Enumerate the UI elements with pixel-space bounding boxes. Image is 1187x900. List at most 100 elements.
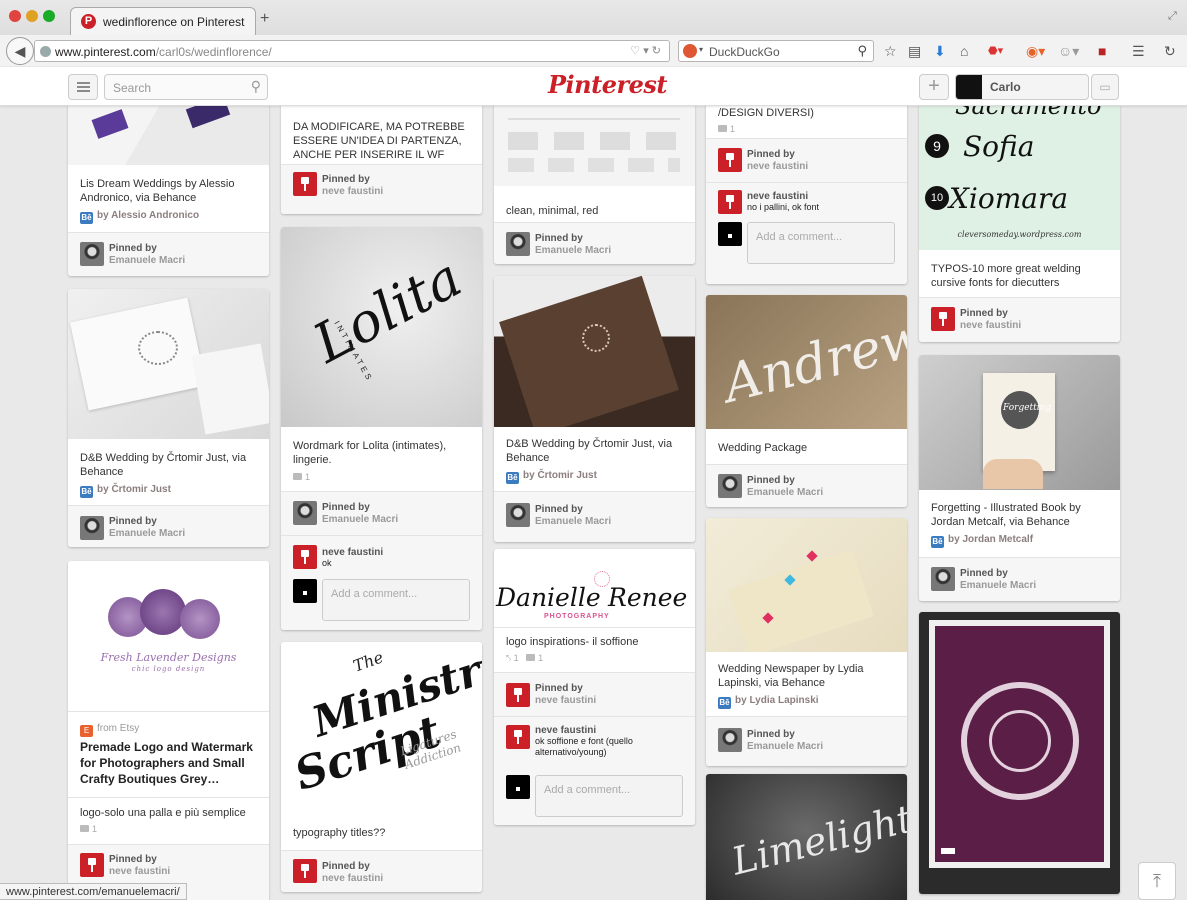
add-pin-button[interactable]: + [919,74,949,100]
avatar[interactable] [293,172,317,196]
pinned-by[interactable]: Pinned by Emanuele Macri [535,504,611,528]
pinned-by[interactable]: Pinned by Emanuele Macri [109,516,185,540]
pin-image[interactable]: The Ministry Script Ligatures Addiction [281,642,482,814]
url-actions[interactable]: ♡ ▾ ↻ [630,44,661,57]
browser-tab[interactable]: P wedinflorence on Pinterest [70,7,256,35]
pin-source[interactable]: Efrom Etsy [80,723,139,737]
pin-card[interactable]: D&B Wedding by Črtomir Just, via Behance… [68,289,269,547]
sync-icon[interactable]: ↻ [1164,43,1176,60]
add-comment-input[interactable]: Add a comment... [747,222,895,264]
pinned-by[interactable]: Pinned by neve faustini [960,308,1021,332]
pin-source[interactable]: Bē by Jordan Metcalf [931,534,1033,548]
pinned-by[interactable]: Pinned by Emanuele Macri [747,729,823,753]
avatar[interactable] [506,503,530,527]
avatar[interactable] [718,190,742,214]
extension-icon[interactable]: ◉▾ [1026,43,1045,60]
avatar[interactable] [506,725,530,749]
avatar[interactable] [931,567,955,591]
pin-image[interactable] [919,612,1120,894]
menu-icon[interactable]: ☰ [1132,43,1145,60]
avatar[interactable] [718,474,742,498]
pin-image[interactable]: Forgetting [919,355,1120,490]
bookmarks-list-icon[interactable]: ▤ [908,43,921,60]
avatar[interactable] [506,683,530,707]
pin-image[interactable] [68,106,269,165]
scroll-to-top-button[interactable]: ⤒ [1138,862,1176,900]
pin-image[interactable]: Sacramento 9 Sofia 10 Xiomara cleversome… [919,106,1120,250]
pinned-by[interactable]: Pinned by neve faustini [322,861,383,885]
home-icon[interactable]: ⌂ [960,43,968,59]
pin-image[interactable]: Fresh Lavender Designs chic logo design [68,561,269,711]
pin-card[interactable]: Lolita INTIMATES Wordmark for Lolita (in… [281,227,482,630]
pin-image[interactable] [494,276,695,427]
pinned-by[interactable]: Pinned by neve faustini [747,149,808,173]
pinned-by[interactable]: Pinned by Emanuele Macri [322,502,398,526]
avatar[interactable] [80,516,104,540]
pin-image[interactable] [68,289,269,439]
avatar[interactable] [718,728,742,752]
pin-card[interactable]: Sacramento 9 Sofia 10 Xiomara cleversome… [919,106,1120,342]
menu-button[interactable] [68,74,98,100]
pinned-by[interactable]: Pinned by neve faustini [535,683,596,707]
avatar[interactable] [506,232,530,256]
addon-icon[interactable]: ■ [1098,43,1106,59]
pin-card[interactable]: Fresh Lavender Designs chic logo design … [68,561,269,900]
avatar[interactable] [293,859,317,883]
pin-image[interactable]: Lolita INTIMATES [281,227,482,427]
pin-card[interactable]: Wedding Newspaper by Lydia Lapinski, via… [706,518,907,766]
pinned-by[interactable]: Pinned by Emanuele Macri [109,243,185,267]
search-input[interactable]: Search ⚲ [104,74,268,100]
pin-card[interactable]: Limelight [706,774,907,900]
new-tab-icon[interactable]: + [260,10,269,28]
add-comment-input[interactable]: Add a comment... [322,579,470,621]
downloads-icon[interactable]: ⬇ [934,43,946,60]
pin-card[interactable]: DA MODIFICARE, MA POTREBBE ESSERE UN'IDE… [281,106,482,214]
pinned-by[interactable]: Pinned by neve faustini [322,174,383,198]
user-button[interactable]: Carlo [955,74,1089,100]
avatar[interactable] [931,307,955,331]
engine-dropdown-icon[interactable]: ▾ [699,45,703,54]
back-button[interactable]: ◀ [6,37,34,65]
pin-card[interactable]: Danielle Renee PHOTOGRAPHY logo inspirat… [494,549,695,825]
pin-image[interactable]: Andrew [706,295,907,429]
pin-card[interactable]: clean, minimal, red Pinned by Emanuele Ma… [494,106,695,264]
url-bar[interactable]: www.pinterest.com/carl0s/wedinflorence/ … [34,40,670,62]
pin-card[interactable] [919,612,1120,894]
pin-card[interactable]: Andrew Wedding Package Pinned by Emanuele… [706,295,907,507]
pin-source[interactable]: Bē by Lydia Lapinski [718,695,819,709]
pinned-by[interactable]: Pinned by Emanuele Macri [535,233,611,257]
pin-image[interactable] [706,518,907,652]
zoom-window-icon[interactable] [43,10,55,22]
notifications-icon[interactable]: ▭ [1091,74,1119,100]
avatar[interactable] [293,545,317,569]
pin-card[interactable]: The Ministry Script Ligatures Addiction … [281,642,482,892]
pinned-by[interactable]: Pinned by neve faustini [109,854,170,878]
pin-image[interactable] [494,106,695,186]
pinterest-logo[interactable]: Pinterest [548,70,667,99]
pin-source[interactable]: Bē by Alessio Andronico [80,210,199,224]
avatar[interactable] [293,501,317,525]
adblock-icon[interactable]: ⬣▾ [988,44,1003,57]
pin-title[interactable]: Premade Logo and Watermark for Photograp… [80,739,260,787]
pin-source[interactable]: Bē by Črtomir Just [80,484,171,498]
pinned-by[interactable]: Pinned by Emanuele Macri [960,568,1036,592]
pin-card[interactable]: Lis Dream Weddings by Alessio Andronico,… [68,106,269,276]
bookmark-star-icon[interactable]: ☆ [884,43,897,60]
feedback-icon[interactable]: ☺▾ [1058,43,1079,60]
pin-card[interactable]: /DESIGN DIVERSI) 1 Pinned by neve faustin… [706,106,907,284]
search-engine-bar[interactable]: ▾ DuckDuckGo ⚲ [678,40,874,62]
pin-source[interactable]: Bē by Črtomir Just [506,470,597,484]
close-window-icon[interactable] [9,10,21,22]
pinned-by[interactable]: Pinned by Emanuele Macri [747,475,823,499]
add-comment-input[interactable]: Add a comment... [535,775,683,817]
pin-card[interactable]: Forgetting Forgetting - Illustrated Book… [919,355,1120,601]
pin-image[interactable]: Limelight [706,774,907,900]
search-icon[interactable]: ⚲ [857,43,867,59]
fullscreen-icon[interactable]: ⤢ [1168,10,1177,23]
pin-card[interactable]: D&B Wedding by Črtomir Just, via Behance… [494,276,695,542]
avatar[interactable] [718,148,742,172]
avatar[interactable] [80,853,104,877]
pin-image[interactable]: Danielle Renee PHOTOGRAPHY [494,549,695,624]
minimize-window-icon[interactable] [26,10,38,22]
search-icon[interactable]: ⚲ [251,78,261,95]
